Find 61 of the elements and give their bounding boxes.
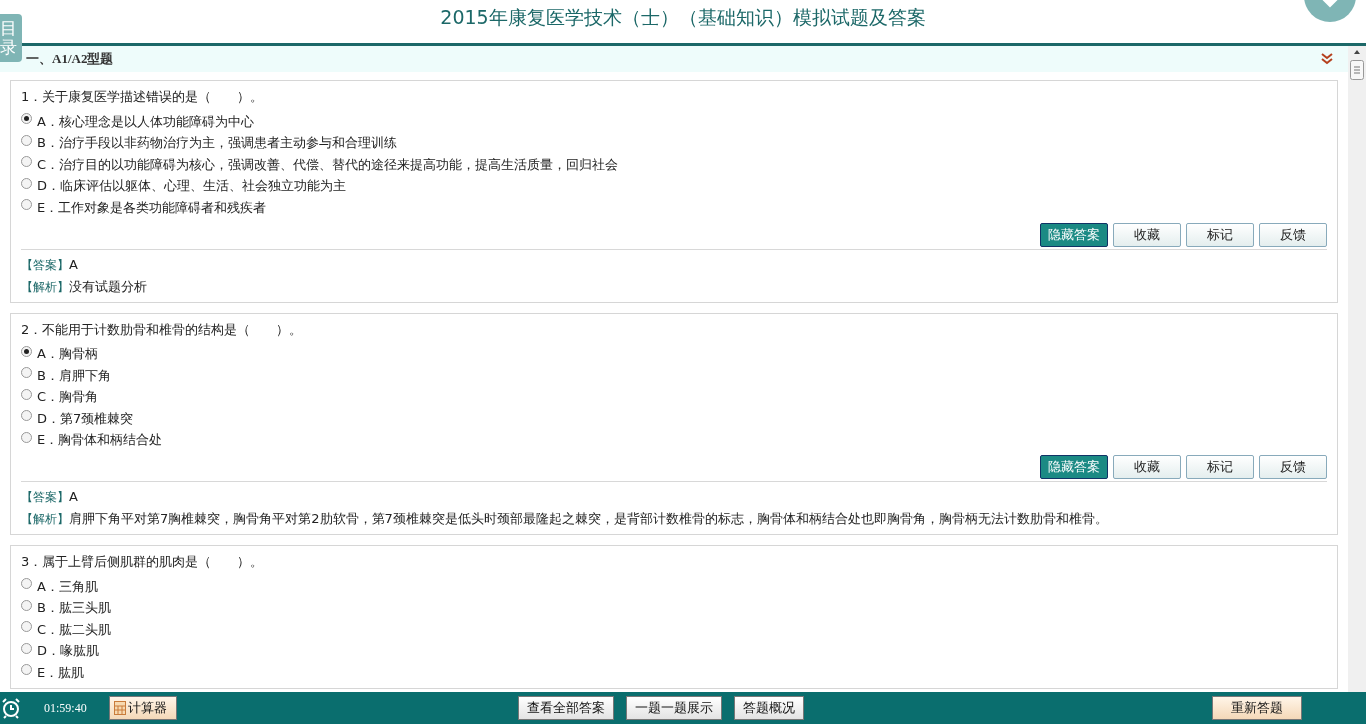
option-text: A．核心理念是以人体功能障碍为中心 — [37, 112, 254, 131]
radio-button[interactable] — [21, 177, 32, 189]
radio-button[interactable] — [21, 621, 32, 633]
action-button[interactable]: 标记 — [1186, 455, 1254, 479]
option-text: C．治疗目的以功能障碍为核心，强调改善、代偿、替代的途径来提高功能，提高生活质量，回归社会 — [37, 155, 619, 174]
option-text: D．喙肱肌 — [37, 642, 99, 661]
toolbar-button[interactable]: 查看全部答案 — [518, 696, 614, 720]
option-text: E．肱肌 — [37, 663, 85, 682]
answer-text: A — [69, 255, 78, 274]
answer-label: 【答案】 — [21, 489, 69, 506]
alarm-clock-icon — [0, 697, 22, 719]
page-title: 2015年康复医学技术（士）（基础知识）模拟试题及答案 — [440, 5, 926, 30]
action-button[interactable]: 隐藏答案 — [1040, 455, 1108, 479]
radio-button[interactable] — [21, 431, 32, 443]
toolbar-button[interactable]: 答题概况 — [734, 696, 804, 720]
action-button[interactable]: 收藏 — [1113, 222, 1181, 247]
radio-button[interactable] — [21, 664, 32, 676]
radio-button[interactable] — [21, 388, 32, 400]
collapse-icon[interactable] — [1320, 53, 1334, 65]
option-text: C．胸骨角 — [37, 388, 99, 407]
radio-button[interactable] — [21, 156, 32, 168]
analysis-text: 肩胛下角平对第7胸椎棘突，胸骨角平对第2肋软骨，第7颈椎棘突是低头时颈部最隆起之棘突，是背部计数椎骨的标志，胸骨体和柄结合处也即胸骨角，胸骨柄无法计数肋骨和椎骨。 — [69, 510, 1108, 528]
answer-label: 【答案】 — [21, 256, 69, 274]
option-text: C．肱二头肌 — [37, 620, 112, 639]
radio-button[interactable] — [21, 113, 32, 125]
option-text: B．肩胛下角 — [37, 366, 111, 385]
radio-button[interactable] — [21, 367, 32, 379]
calculator-button[interactable]: 计算器 — [108, 696, 177, 720]
toolbar-button[interactable]: 一题一题展示 — [626, 696, 722, 720]
option-text: B．肱三头肌 — [37, 599, 111, 618]
analysis-label: 【解析】 — [21, 278, 69, 296]
option-text: E．胸骨体和柄结合处 — [37, 431, 163, 450]
action-button[interactable]: 收藏 — [1113, 455, 1181, 479]
radio-button[interactable] — [21, 345, 32, 357]
option-text: E．工作对象是各类功能障碍者和残疾者 — [37, 198, 267, 217]
radio-button[interactable] — [21, 642, 32, 654]
question-stem: 2．不能用于计数肋骨和椎骨的结构是（ ）。 — [21, 320, 304, 339]
radio-button[interactable] — [21, 599, 32, 611]
option-text: A．胸骨柄 — [37, 345, 98, 364]
answer-text: A — [69, 488, 78, 506]
option-text: A．三角肌 — [37, 577, 98, 596]
question-stem: 1．关于康复医学描述错误的是（ ）。 — [21, 88, 265, 106]
action-button[interactable]: 隐藏答案 — [1040, 222, 1108, 247]
restart-button[interactable]: 重新答题 — [1212, 696, 1302, 720]
radio-button[interactable] — [21, 410, 32, 422]
radio-button[interactable] — [21, 134, 32, 146]
option-text: D．第7颈椎棘突 — [37, 409, 134, 428]
analysis-label: 【解析】 — [21, 511, 69, 528]
action-button[interactable]: 反馈 — [1259, 455, 1327, 479]
calculator-icon — [113, 701, 126, 715]
analysis-text: 没有试题分析 — [69, 277, 147, 296]
option-text: D．临床评估以躯体、心理、生活、社会独立功能为主 — [37, 177, 346, 196]
timer-text: 01:59:40 — [44, 700, 87, 716]
scrollbar-thumb[interactable] — [1350, 60, 1364, 80]
radio-button[interactable] — [21, 199, 32, 211]
action-button[interactable]: 标记 — [1186, 222, 1254, 247]
question-stem: 3．属于上臂后侧肌群的肌肉是（ ）。 — [21, 553, 265, 571]
option-text: B．治疗手段以非药物治疗为主，强调患者主动参与和合理训练 — [37, 134, 397, 153]
action-button[interactable]: 反馈 — [1259, 222, 1327, 247]
section-title: 一、A1/A2型题 — [26, 50, 114, 68]
radio-button[interactable] — [21, 578, 32, 590]
